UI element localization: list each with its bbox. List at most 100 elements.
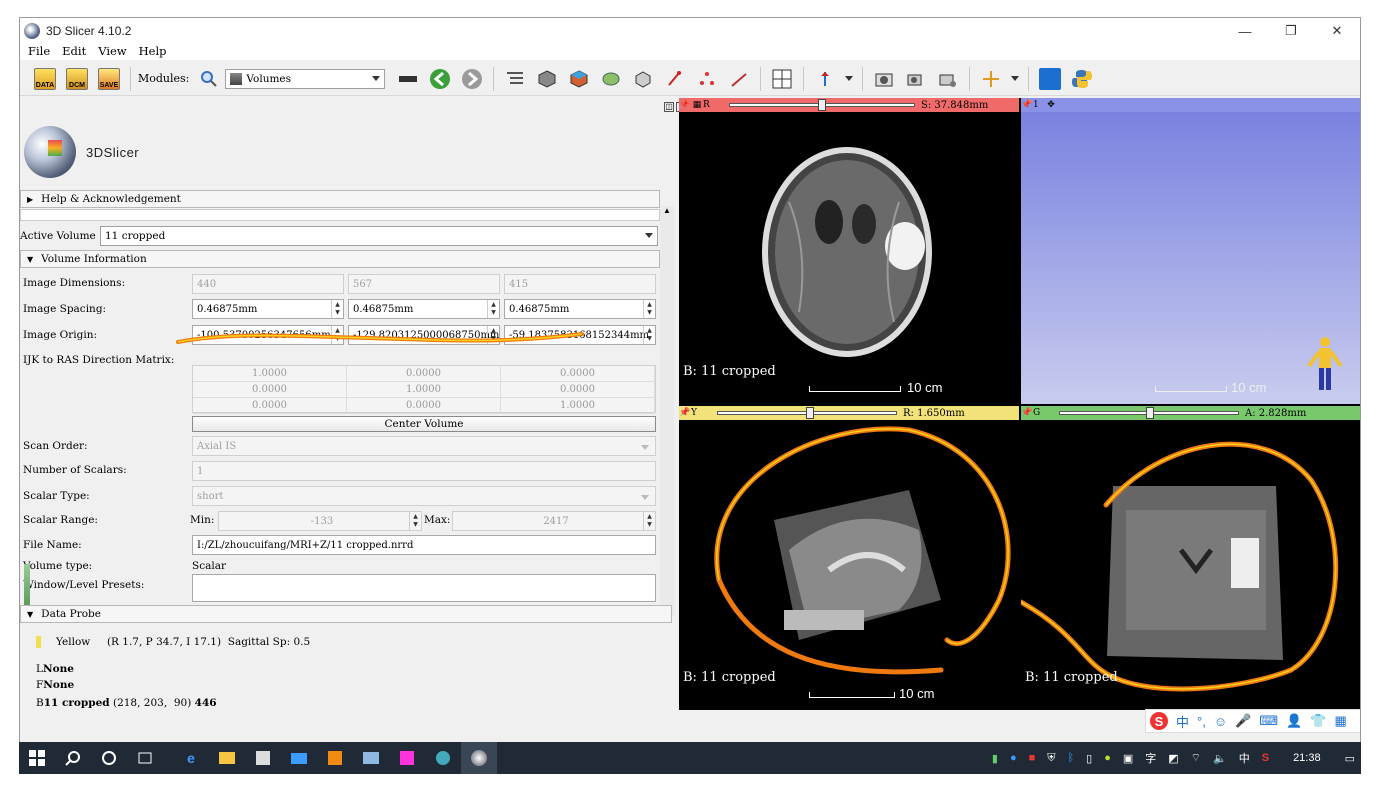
spacing-j-field[interactable]: 0.46875mm ▲ ▼ — [348, 299, 500, 319]
antivirus-icon[interactable]: ■ — [1029, 752, 1036, 764]
volume-icon[interactable]: 🔈 — [1213, 752, 1227, 765]
pin-icon[interactable]: 📌 — [679, 408, 691, 418]
volumes-module-button[interactable] — [534, 66, 560, 92]
extension-manager-button[interactable] — [1037, 66, 1063, 92]
close-button[interactable]: ✕ — [1314, 18, 1360, 44]
red-slice-slider[interactable] — [729, 99, 915, 111]
slider-knob[interactable] — [1146, 407, 1154, 419]
center-view-icon[interactable]: ✥ — [1045, 100, 1057, 110]
taskbar-search-button[interactable] — [55, 742, 91, 774]
shield-icon[interactable]: ⛨ — [1047, 752, 1055, 765]
tray-window-icon[interactable]: ▣ — [1123, 752, 1133, 765]
pin-icon[interactable]: 📌 — [679, 100, 691, 110]
crosshair-dropdown[interactable] — [1010, 66, 1020, 92]
sogou-tray-icon[interactable]: S — [1262, 752, 1269, 764]
slider-knob[interactable] — [806, 407, 814, 419]
taskbar-slicer[interactable] — [461, 742, 497, 774]
minimize-button[interactable]: — — [1222, 18, 1268, 44]
spacing-i-field[interactable]: 0.46875mm ▲ ▼ — [192, 299, 344, 319]
pin-icon[interactable]: 📌 — [1021, 100, 1033, 110]
dicom-button[interactable]: DCM — [64, 66, 90, 92]
data-module-button[interactable] — [502, 66, 528, 92]
spin-arrows-icon[interactable]: ▲ ▼ — [331, 300, 343, 318]
usb-icon[interactable]: ▯ — [1086, 752, 1092, 765]
microphone-icon[interactable]: 🎤 — [1235, 713, 1251, 729]
start-button[interactable] — [19, 742, 55, 774]
taskbar-store[interactable] — [245, 742, 281, 774]
pin-icon[interactable]: 📌 — [1021, 408, 1033, 418]
taskbar-edge[interactable]: e — [173, 742, 209, 774]
sogou-icon[interactable]: S — [1150, 712, 1168, 730]
tray-green-icon[interactable]: ● — [1104, 752, 1111, 764]
module-selector[interactable]: Volumes — [225, 68, 386, 89]
user-icon[interactable]: 👤 — [1286, 713, 1302, 729]
python-console-button[interactable] — [1069, 66, 1095, 92]
task-view-button[interactable] — [127, 742, 163, 774]
taskbar-clock[interactable]: 21:38 — [1293, 752, 1321, 764]
green-slice-slider[interactable] — [1059, 407, 1239, 419]
volume-information-section[interactable]: ▼ Volume Information — [20, 250, 660, 268]
threed-view[interactable]: 10 cm — [1021, 112, 1360, 404]
taskbar-explorer[interactable] — [209, 742, 245, 774]
bluetooth-icon[interactable]: ᛒ — [1068, 752, 1075, 764]
layout-button[interactable] — [769, 66, 795, 92]
ime-language-toggle[interactable]: 中 — [1176, 712, 1189, 731]
spacing-k-field[interactable]: 0.46875mm ▲ ▼ — [504, 299, 656, 319]
save-button[interactable]: SAVE — [96, 66, 122, 92]
module-history-button[interactable] — [395, 66, 421, 92]
file-name-field[interactable]: I:/ZL/zhoucuifang/MRI+Z/11 cropped.nrrd — [192, 535, 656, 555]
active-volume-selector[interactable]: 11 cropped — [100, 226, 658, 246]
menu-edit[interactable]: Edit — [62, 44, 86, 58]
taskbar-mail[interactable] — [281, 742, 317, 774]
view-link-icon[interactable]: ▦ — [691, 100, 703, 110]
data-probe-section[interactable]: ▼ Data Probe — [20, 605, 672, 623]
taskbar-app-2[interactable] — [389, 742, 425, 774]
markups-module-button[interactable] — [662, 66, 688, 92]
menu-file[interactable]: File — [28, 44, 50, 58]
transforms-button[interactable] — [630, 66, 656, 92]
scroll-up-icon[interactable]: ▲ — [663, 206, 671, 215]
keyboard-icon[interactable]: ⌨ — [1259, 713, 1278, 729]
taskbar-media[interactable] — [317, 742, 353, 774]
red-slice-view[interactable]: B: 11 cropped 10 cm — [679, 112, 1019, 404]
segment-editor-button[interactable] — [598, 66, 624, 92]
help-acknowledgement-section[interactable]: ▶ Help & Acknowledgement — [20, 190, 660, 208]
fiducials-button[interactable] — [694, 66, 720, 92]
mouse-mode-dropdown[interactable] — [844, 66, 854, 92]
input-language-indicator[interactable]: 中 — [1239, 750, 1250, 766]
taskbar-app-3[interactable] — [425, 742, 461, 774]
ime-punctuation-toggle[interactable]: °, — [1197, 714, 1206, 729]
mouse-mode-button[interactable] — [812, 66, 838, 92]
center-volume-button[interactable]: Center Volume — [192, 416, 656, 432]
battery-icon[interactable]: ▮ — [992, 752, 998, 765]
tray-app2-icon[interactable]: ◩ — [1168, 752, 1178, 765]
crosshair-button[interactable] — [978, 66, 1004, 92]
crosshair-settings-button[interactable] — [935, 66, 961, 92]
notifications-icon[interactable]: ▭ — [1345, 752, 1355, 765]
forward-button[interactable] — [459, 66, 485, 92]
emoji-icon[interactable]: ☺ — [1214, 714, 1227, 729]
tray-app-icon[interactable]: ● — [1010, 752, 1017, 764]
menu-help[interactable]: Help — [139, 44, 167, 58]
undock-button[interactable]: ◫ — [664, 102, 674, 112]
window-level-presets-area[interactable] — [192, 574, 656, 602]
back-button[interactable] — [427, 66, 453, 92]
taskbar-app-1[interactable] — [353, 742, 389, 774]
models-module-button[interactable] — [566, 66, 592, 92]
spin-arrows-icon[interactable]: ▲ ▼ — [643, 300, 655, 318]
menu-view[interactable]: View — [98, 44, 126, 58]
panel-scrollbar[interactable]: ▲ ▼ — [660, 206, 674, 616]
spin-arrows-icon[interactable]: ▲ ▼ — [487, 300, 499, 318]
cortana-button[interactable] — [91, 742, 127, 774]
module-search-button[interactable] — [196, 66, 222, 92]
network-icon[interactable]: ⌔ — [1191, 751, 1201, 765]
tools-grid-icon[interactable]: ▦ — [1334, 713, 1346, 729]
yellow-slice-view[interactable]: B: 11 cropped 10 cm — [679, 420, 1019, 710]
spin-arrows-icon[interactable]: ▲ ▼ — [643, 326, 655, 344]
ruler-button[interactable] — [726, 66, 752, 92]
skin-icon[interactable]: 👕 — [1310, 713, 1326, 729]
restore-button[interactable]: ❐ — [1268, 18, 1314, 44]
tray-ime-icon[interactable]: 字 — [1145, 750, 1156, 766]
green-slice-view[interactable]: B: 11 cropped — [1021, 420, 1360, 710]
screenshot-button[interactable] — [871, 66, 897, 92]
